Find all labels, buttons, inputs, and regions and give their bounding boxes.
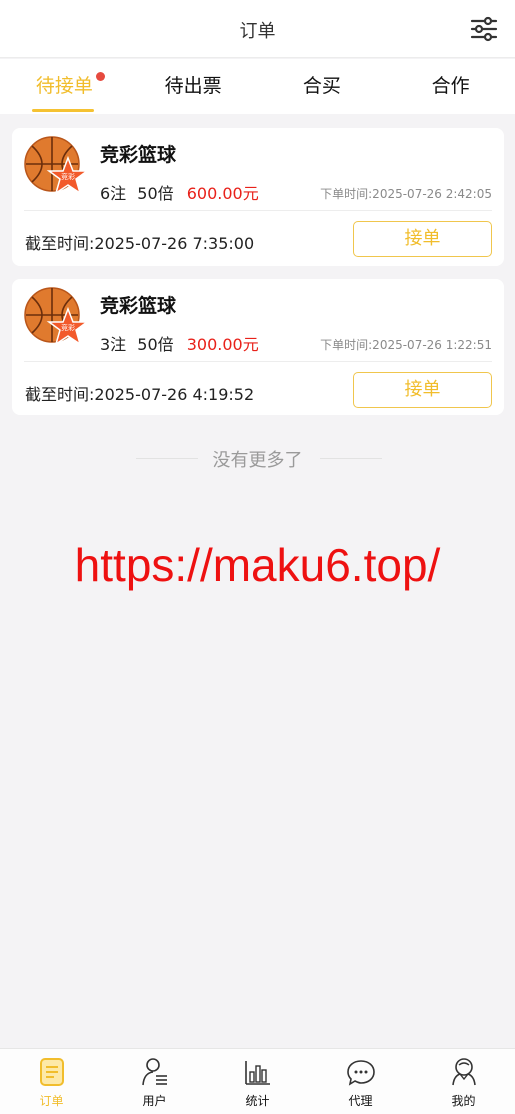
game-name: 竞彩篮球 (100, 144, 177, 166)
game-name: 竞彩篮球 (100, 295, 177, 317)
watermark-url: https://maku6.top/ (74, 539, 441, 591)
bet-summary: 3注 50倍 300.00元 (100, 331, 259, 355)
order-time: 下单时间:2025-07-26 1:22:51 (320, 338, 492, 352)
basketball-star-icon: 竞彩 (24, 136, 90, 195)
nav-item-me[interactable]: 我的 (412, 1049, 515, 1114)
basketball-star-icon: 竞彩 (24, 287, 90, 346)
nav-label: 统计 (245, 1094, 270, 1108)
tab-label: 合买 (302, 75, 341, 97)
svg-text:竞彩: 竞彩 (61, 172, 75, 181)
tab-label: 合作 (431, 75, 470, 97)
no-more-indicator: 没有更多了 (0, 446, 515, 472)
nav-item-stats[interactable]: 统计 (206, 1049, 309, 1114)
no-more-text: 没有更多了 (212, 450, 303, 471)
divider-line (320, 458, 382, 459)
page-title: 订单 (239, 21, 276, 42)
filter-button[interactable] (470, 16, 498, 42)
multiplier: 50倍 (137, 184, 174, 203)
divider-line (136, 458, 198, 459)
tab-cooperation[interactable]: 合作 (386, 59, 515, 114)
nav-label: 我的 (451, 1094, 476, 1108)
accept-order-button[interactable]: 接单 (353, 221, 492, 257)
svg-text:竞彩: 竞彩 (61, 323, 75, 332)
active-tab-indicator (32, 109, 94, 112)
app-root: 订单 待接单 待出票 合买 合作 竞彩 竞彩篮球 6注 50倍 600.00元 … (0, 0, 515, 1114)
profile-icon (451, 1058, 476, 1086)
bar-chart-icon (244, 1061, 270, 1085)
user-list-icon (141, 1058, 167, 1086)
deadline-time: 截至时间:2025-07-26 4:19:52 (25, 385, 255, 404)
header: 订单 (0, 0, 515, 58)
tab-label: 待出票 (164, 75, 222, 97)
sliders-icon (470, 16, 498, 42)
order-card[interactable]: 竞彩 竞彩篮球 3注 50倍 300.00元 下单时间:2025-07-26 1… (12, 279, 504, 415)
nav-item-users[interactable]: 用户 (103, 1049, 206, 1114)
nav-item-orders[interactable]: 订单 (0, 1049, 103, 1114)
bottom-nav: 订单 用户 统计 代理 我的 (0, 1048, 515, 1114)
deadline-time: 截至时间:2025-07-26 7:35:00 (25, 234, 255, 253)
bet-summary: 6注 50倍 600.00元 (100, 180, 259, 204)
order-amount: 300.00元 (186, 335, 259, 354)
order-time: 下单时间:2025-07-26 2:42:05 (320, 187, 492, 201)
bet-count: 3注 (100, 335, 127, 354)
badge-dot (96, 72, 105, 81)
divider (24, 210, 492, 211)
tab-bar: 待接单 待出票 合买 合作 (0, 59, 515, 114)
tab-group-buy[interactable]: 合买 (258, 59, 387, 114)
multiplier: 50倍 (137, 335, 174, 354)
order-card[interactable]: 竞彩 竞彩篮球 6注 50倍 600.00元 下单时间:2025-07-26 2… (12, 128, 504, 266)
accept-order-button[interactable]: 接单 (353, 372, 492, 408)
tab-label: 待接单 (35, 75, 93, 97)
chat-bubble-icon (346, 1060, 375, 1086)
nav-label: 代理 (348, 1094, 373, 1108)
nav-label: 订单 (39, 1094, 64, 1108)
tab-pending-ticket[interactable]: 待出票 (129, 59, 258, 114)
order-amount: 600.00元 (186, 184, 259, 203)
divider (24, 361, 492, 362)
document-icon (39, 1058, 64, 1086)
nav-label: 用户 (142, 1094, 167, 1108)
tab-pending-accept[interactable]: 待接单 (0, 59, 129, 114)
nav-item-agent[interactable]: 代理 (309, 1049, 412, 1114)
bet-count: 6注 (100, 184, 127, 203)
